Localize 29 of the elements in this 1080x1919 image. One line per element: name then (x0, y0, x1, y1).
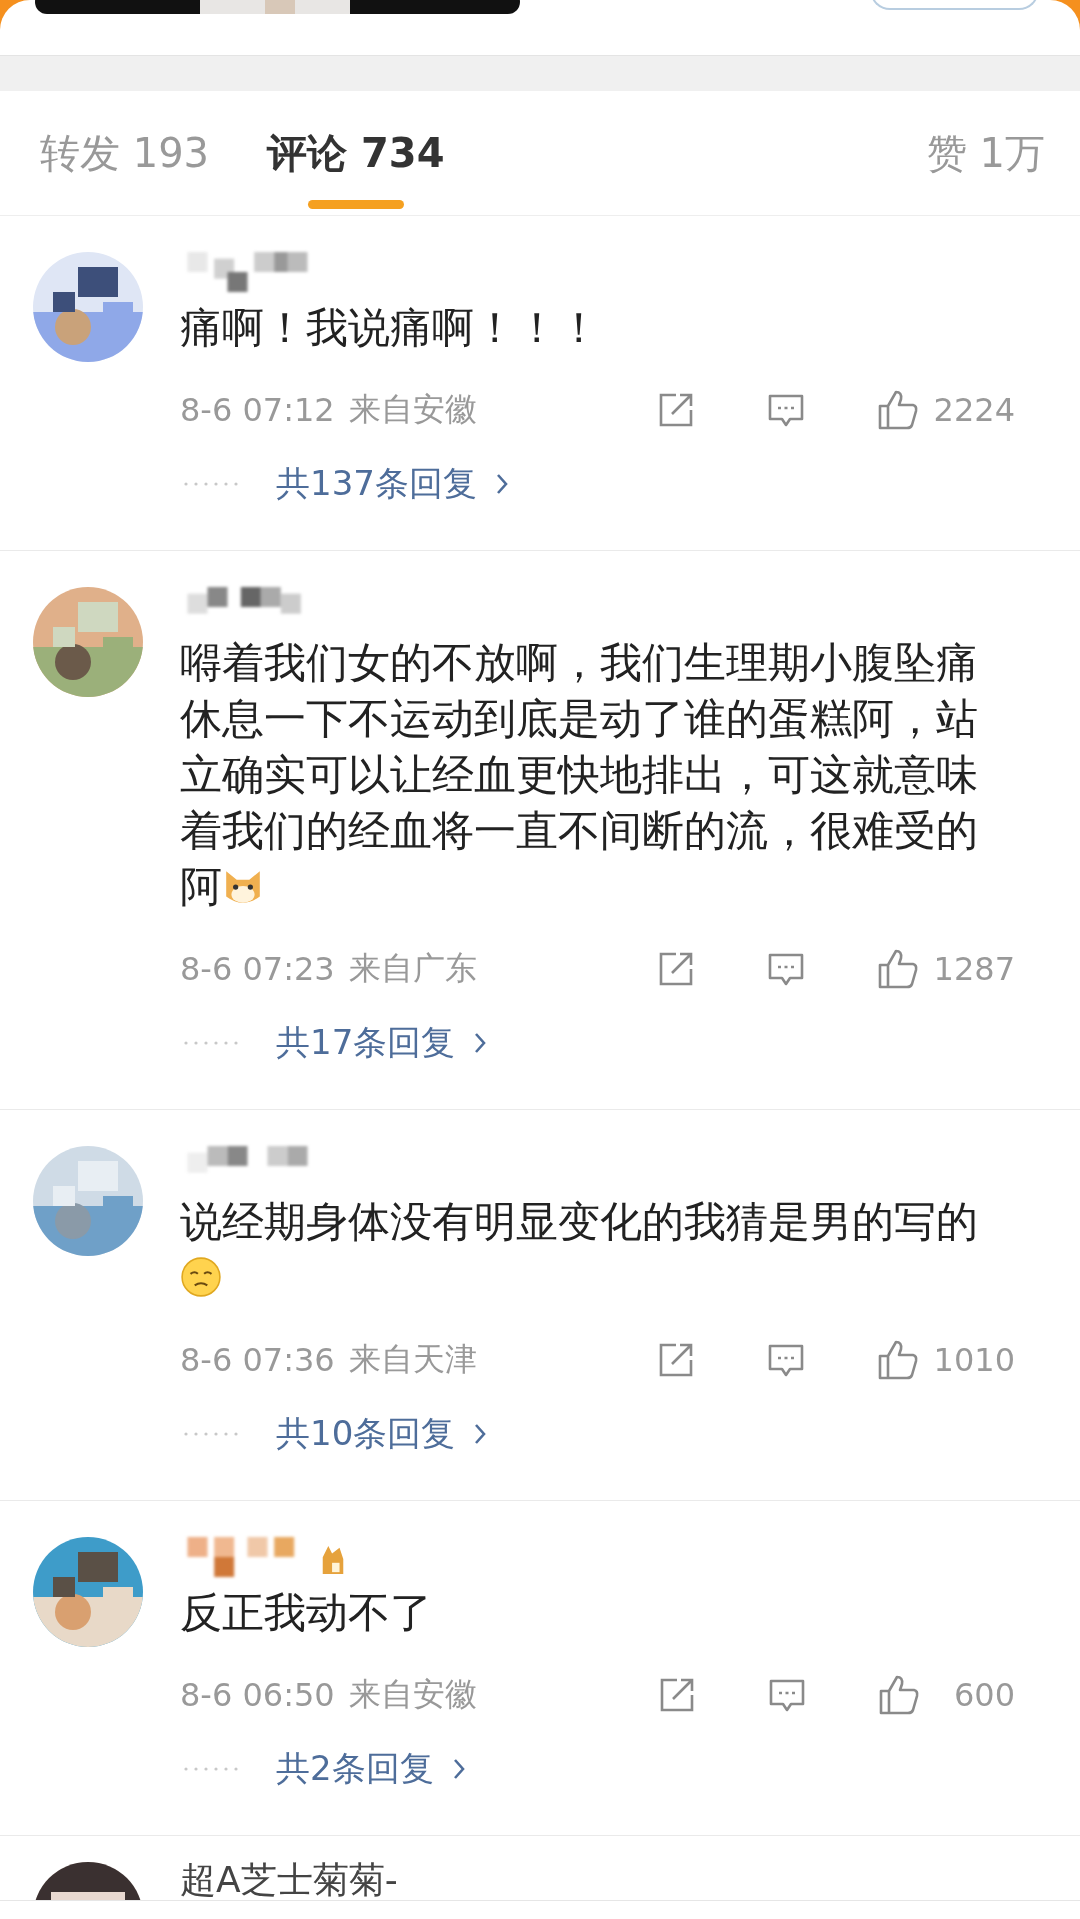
chevron-icon (473, 1031, 488, 1055)
tab[interactable]: 赞 1万 (926, 91, 1045, 215)
comment-time: 8-6 07:36 (180, 1341, 335, 1379)
like-count: 1010 (933, 1341, 1015, 1379)
comment-text: 痛啊！我说痛啊！！！ (180, 302, 601, 354)
replies-link[interactable]: 共10条回复 (276, 1411, 488, 1457)
comment-location: 来自安徽 (348, 389, 477, 430)
chevron-icon (451, 1757, 466, 1781)
comment-time: 8-6 07:23 (180, 950, 335, 988)
comment-text: 嘚着我们女的不放啊，我们生理期小腹坠痛休息一下不运动到底是动了谁的蛋糕阿，站立确实可以让经血更快地排出，可这就意味着我们的经血将一直不间断的流，很难受的阿 (180, 637, 979, 913)
chevron-icon (494, 472, 509, 496)
comment-text: 说经期身体没有明显变化的我猜是男的写的 (180, 1194, 995, 1306)
replies-link[interactable]: 共17条回复 (276, 1020, 488, 1066)
like-count: 600 (952, 1676, 1015, 1714)
tab[interactable]: 评论 734 (267, 91, 445, 215)
user-name: 超A芝士菊菊- (180, 1858, 399, 1900)
comment-location: 来自广东 (348, 948, 477, 989)
comment-location: 来自天津 (348, 1339, 477, 1380)
replies-link[interactable]: 共2条回复 (276, 1746, 466, 1792)
replies-link[interactable]: 共137条回复 (276, 461, 509, 507)
like-count: 1287 (933, 950, 1015, 988)
thumbs-up-icon[interactable] (877, 1673, 921, 1717)
comment-text: 反正我动不了 (180, 1587, 433, 1639)
comment-location: 来自安徽 (348, 1674, 477, 1715)
chevron-icon (473, 1422, 488, 1446)
like-count: 2224 (933, 391, 1015, 429)
comment-time: 8-6 06:50 (180, 1676, 335, 1714)
comment-time: 8-6 07:12 (180, 391, 335, 429)
tab[interactable]: 转发 193 (40, 91, 210, 215)
